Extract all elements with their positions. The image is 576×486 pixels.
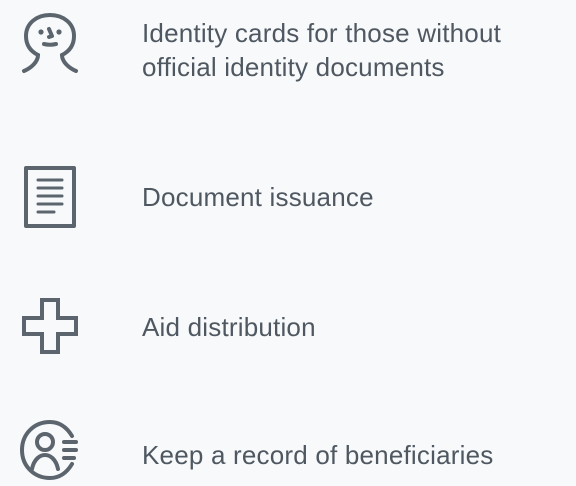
beneficiary-record-icon bbox=[14, 414, 86, 486]
document-icon bbox=[14, 160, 86, 232]
feature-label: Aid distribution bbox=[142, 312, 316, 342]
plus-icon bbox=[14, 290, 86, 362]
feature-label: Document issuance bbox=[142, 182, 374, 212]
feature-label: Keep a record of beneficiaries bbox=[142, 440, 494, 470]
feature-label-line-1: Identity cards for those without bbox=[142, 18, 502, 48]
feature-item-identity-cards: Identity cards for those without officia… bbox=[0, 8, 576, 98]
feature-item-document-issuance: Document issuance bbox=[0, 160, 576, 230]
feature-label-line-2: official identity documents bbox=[142, 52, 445, 82]
feature-list: Identity cards for those without officia… bbox=[0, 0, 576, 483]
feature-item-beneficiary-record: Keep a record of beneficiaries bbox=[0, 414, 576, 483]
feature-item-aid-distribution: Aid distribution bbox=[0, 290, 576, 360]
face-icon bbox=[14, 8, 86, 80]
feature-label: Identity cards for those without officia… bbox=[142, 16, 568, 84]
